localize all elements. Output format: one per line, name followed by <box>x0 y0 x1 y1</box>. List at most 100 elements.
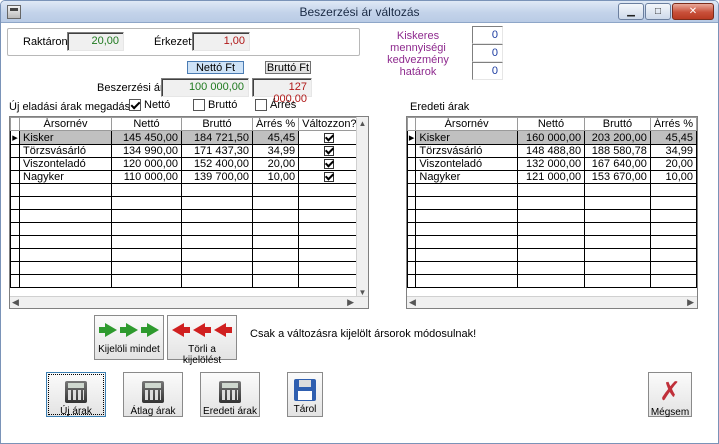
cell-name[interactable]: Kisker <box>415 130 518 145</box>
cell-brutto[interactable] <box>181 222 253 236</box>
close-button[interactable]: ✕ <box>672 3 714 20</box>
cell-name[interactable]: Törzsvásárló <box>415 144 518 158</box>
cell-change[interactable] <box>298 196 361 210</box>
new-grid-hscroll[interactable]: ◀ ▶ <box>10 296 368 308</box>
table-row[interactable]: Viszonteladó 132 000,00 167 640,00 20,00 <box>407 157 697 171</box>
cell-netto[interactable] <box>111 235 182 249</box>
row-indicator[interactable] <box>407 183 417 197</box>
row-indicator[interactable] <box>407 157 417 171</box>
table-row[interactable]: Nagyker 121 000,00 153 670,00 10,00 <box>407 170 697 184</box>
purchase-gross-value[interactable]: 127 000,00 <box>252 78 312 105</box>
cell-arres[interactable]: 45,45 <box>251 130 300 145</box>
cell-brutto[interactable]: 152 400,00 <box>181 157 253 171</box>
cell-brutto[interactable] <box>584 222 651 236</box>
cell-netto[interactable]: 110 000,00 <box>111 170 182 184</box>
net-checkbox[interactable]: Nettó <box>129 99 170 111</box>
cell-name[interactable] <box>415 261 518 275</box>
cell-netto[interactable] <box>516 261 586 275</box>
change-checkbox[interactable] <box>324 172 335 183</box>
row-indicator[interactable] <box>10 196 20 210</box>
cell-netto[interactable] <box>111 209 182 223</box>
row-indicator[interactable] <box>407 248 417 262</box>
cell-netto[interactable] <box>111 196 182 210</box>
retail-limit-3[interactable]: 0 <box>472 62 503 80</box>
cell-arres[interactable]: 20,00 <box>649 157 697 171</box>
table-row[interactable]: ▸ Kisker 145 450,00 184 721,50 45,45 <box>10 130 361 145</box>
cell-name[interactable] <box>19 274 112 288</box>
table-row[interactable]: ▸ Kisker 160 000,00 203 200,00 45,45 <box>407 130 697 145</box>
new-prices-grid[interactable]: Ársornév Nettó Bruttó Árrés % Változzon?… <box>9 116 369 309</box>
table-row[interactable] <box>407 248 697 262</box>
table-row[interactable] <box>10 235 361 249</box>
average-prices-button[interactable]: Átlag árak <box>123 372 183 417</box>
row-indicator[interactable] <box>407 170 417 184</box>
orig-col-header-net[interactable]: Nettó <box>516 117 586 131</box>
cell-change[interactable] <box>298 261 361 275</box>
table-row[interactable] <box>10 261 361 275</box>
cell-arres[interactable] <box>649 209 697 223</box>
scroll-left-icon[interactable]: ◀ <box>12 297 19 308</box>
row-indicator[interactable] <box>10 157 20 171</box>
cell-arres[interactable] <box>251 209 300 223</box>
cell-name[interactable] <box>19 183 112 197</box>
cell-brutto[interactable] <box>584 183 651 197</box>
row-indicator[interactable] <box>407 261 417 275</box>
cell-change[interactable] <box>298 209 361 223</box>
cell-netto[interactable]: 121 000,00 <box>516 170 586 184</box>
cell-name[interactable] <box>19 222 112 236</box>
cell-name[interactable] <box>415 235 518 249</box>
new-grid-vscroll[interactable]: ▲ ▼ <box>356 117 368 297</box>
cell-netto[interactable] <box>516 274 586 288</box>
cell-name[interactable]: Viszonteladó <box>19 157 112 171</box>
cell-netto[interactable] <box>516 248 586 262</box>
table-row[interactable] <box>407 274 697 288</box>
net-ft-header[interactable]: Nettó Ft <box>187 61 244 74</box>
row-indicator[interactable] <box>407 144 417 158</box>
gross-ft-header[interactable]: Bruttó Ft <box>265 61 311 74</box>
cell-name[interactable] <box>19 196 112 210</box>
cell-arres[interactable]: 34,99 <box>649 144 697 158</box>
cell-name[interactable] <box>19 248 112 262</box>
margin-checkbox[interactable]: Árrés <box>255 99 296 111</box>
orig-col-header-gross[interactable]: Bruttó <box>584 117 651 131</box>
row-indicator[interactable] <box>10 248 20 262</box>
row-indicator[interactable] <box>407 209 417 223</box>
row-indicator[interactable] <box>407 274 417 288</box>
col-header-change[interactable]: Változzon? <box>298 117 361 131</box>
cell-netto[interactable] <box>111 222 182 236</box>
cell-change[interactable] <box>298 157 361 171</box>
gross-checkbox[interactable]: Bruttó <box>193 99 237 111</box>
row-indicator[interactable] <box>407 196 417 210</box>
orig-col-header-name[interactable]: Ársornév <box>415 117 518 131</box>
scroll-right-icon[interactable]: ▶ <box>347 297 354 308</box>
cell-change[interactable] <box>298 170 361 184</box>
cell-name[interactable]: Törzsvásárló <box>19 144 112 158</box>
cell-brutto[interactable] <box>181 261 253 275</box>
cell-arres[interactable] <box>251 196 300 210</box>
orig-grid-hscroll[interactable]: ◀ ▶ <box>407 296 697 308</box>
cell-netto[interactable] <box>516 183 586 197</box>
scroll-up-icon[interactable]: ▲ <box>357 119 368 128</box>
cell-arres[interactable] <box>649 248 697 262</box>
cell-brutto[interactable] <box>181 235 253 249</box>
cell-netto[interactable] <box>516 196 586 210</box>
col-header-net[interactable]: Nettó <box>111 117 182 131</box>
cell-name[interactable]: Nagyker <box>19 170 112 184</box>
table-row[interactable] <box>407 235 697 249</box>
margin-checkbox-box[interactable] <box>255 99 267 111</box>
cell-brutto[interactable] <box>181 196 253 210</box>
cell-netto[interactable] <box>516 235 586 249</box>
cell-brutto[interactable] <box>181 274 253 288</box>
cell-arres[interactable] <box>649 183 697 197</box>
cell-name[interactable] <box>415 209 518 223</box>
cell-arres[interactable] <box>649 261 697 275</box>
scroll-left-icon[interactable]: ◀ <box>409 297 416 308</box>
purchase-net-value[interactable]: 100 000,00 <box>161 78 249 97</box>
cell-netto[interactable] <box>111 274 182 288</box>
orig-col-header-margin[interactable]: Árrés % <box>649 117 697 131</box>
col-header-gross[interactable]: Bruttó <box>181 117 253 131</box>
table-row[interactable]: Törzsvásárló 148 488,80 188 580,78 34,99 <box>407 144 697 158</box>
cell-brutto[interactable] <box>584 274 651 288</box>
original-prices-button[interactable]: Eredeti árak <box>200 372 260 417</box>
cell-arres[interactable] <box>251 183 300 197</box>
